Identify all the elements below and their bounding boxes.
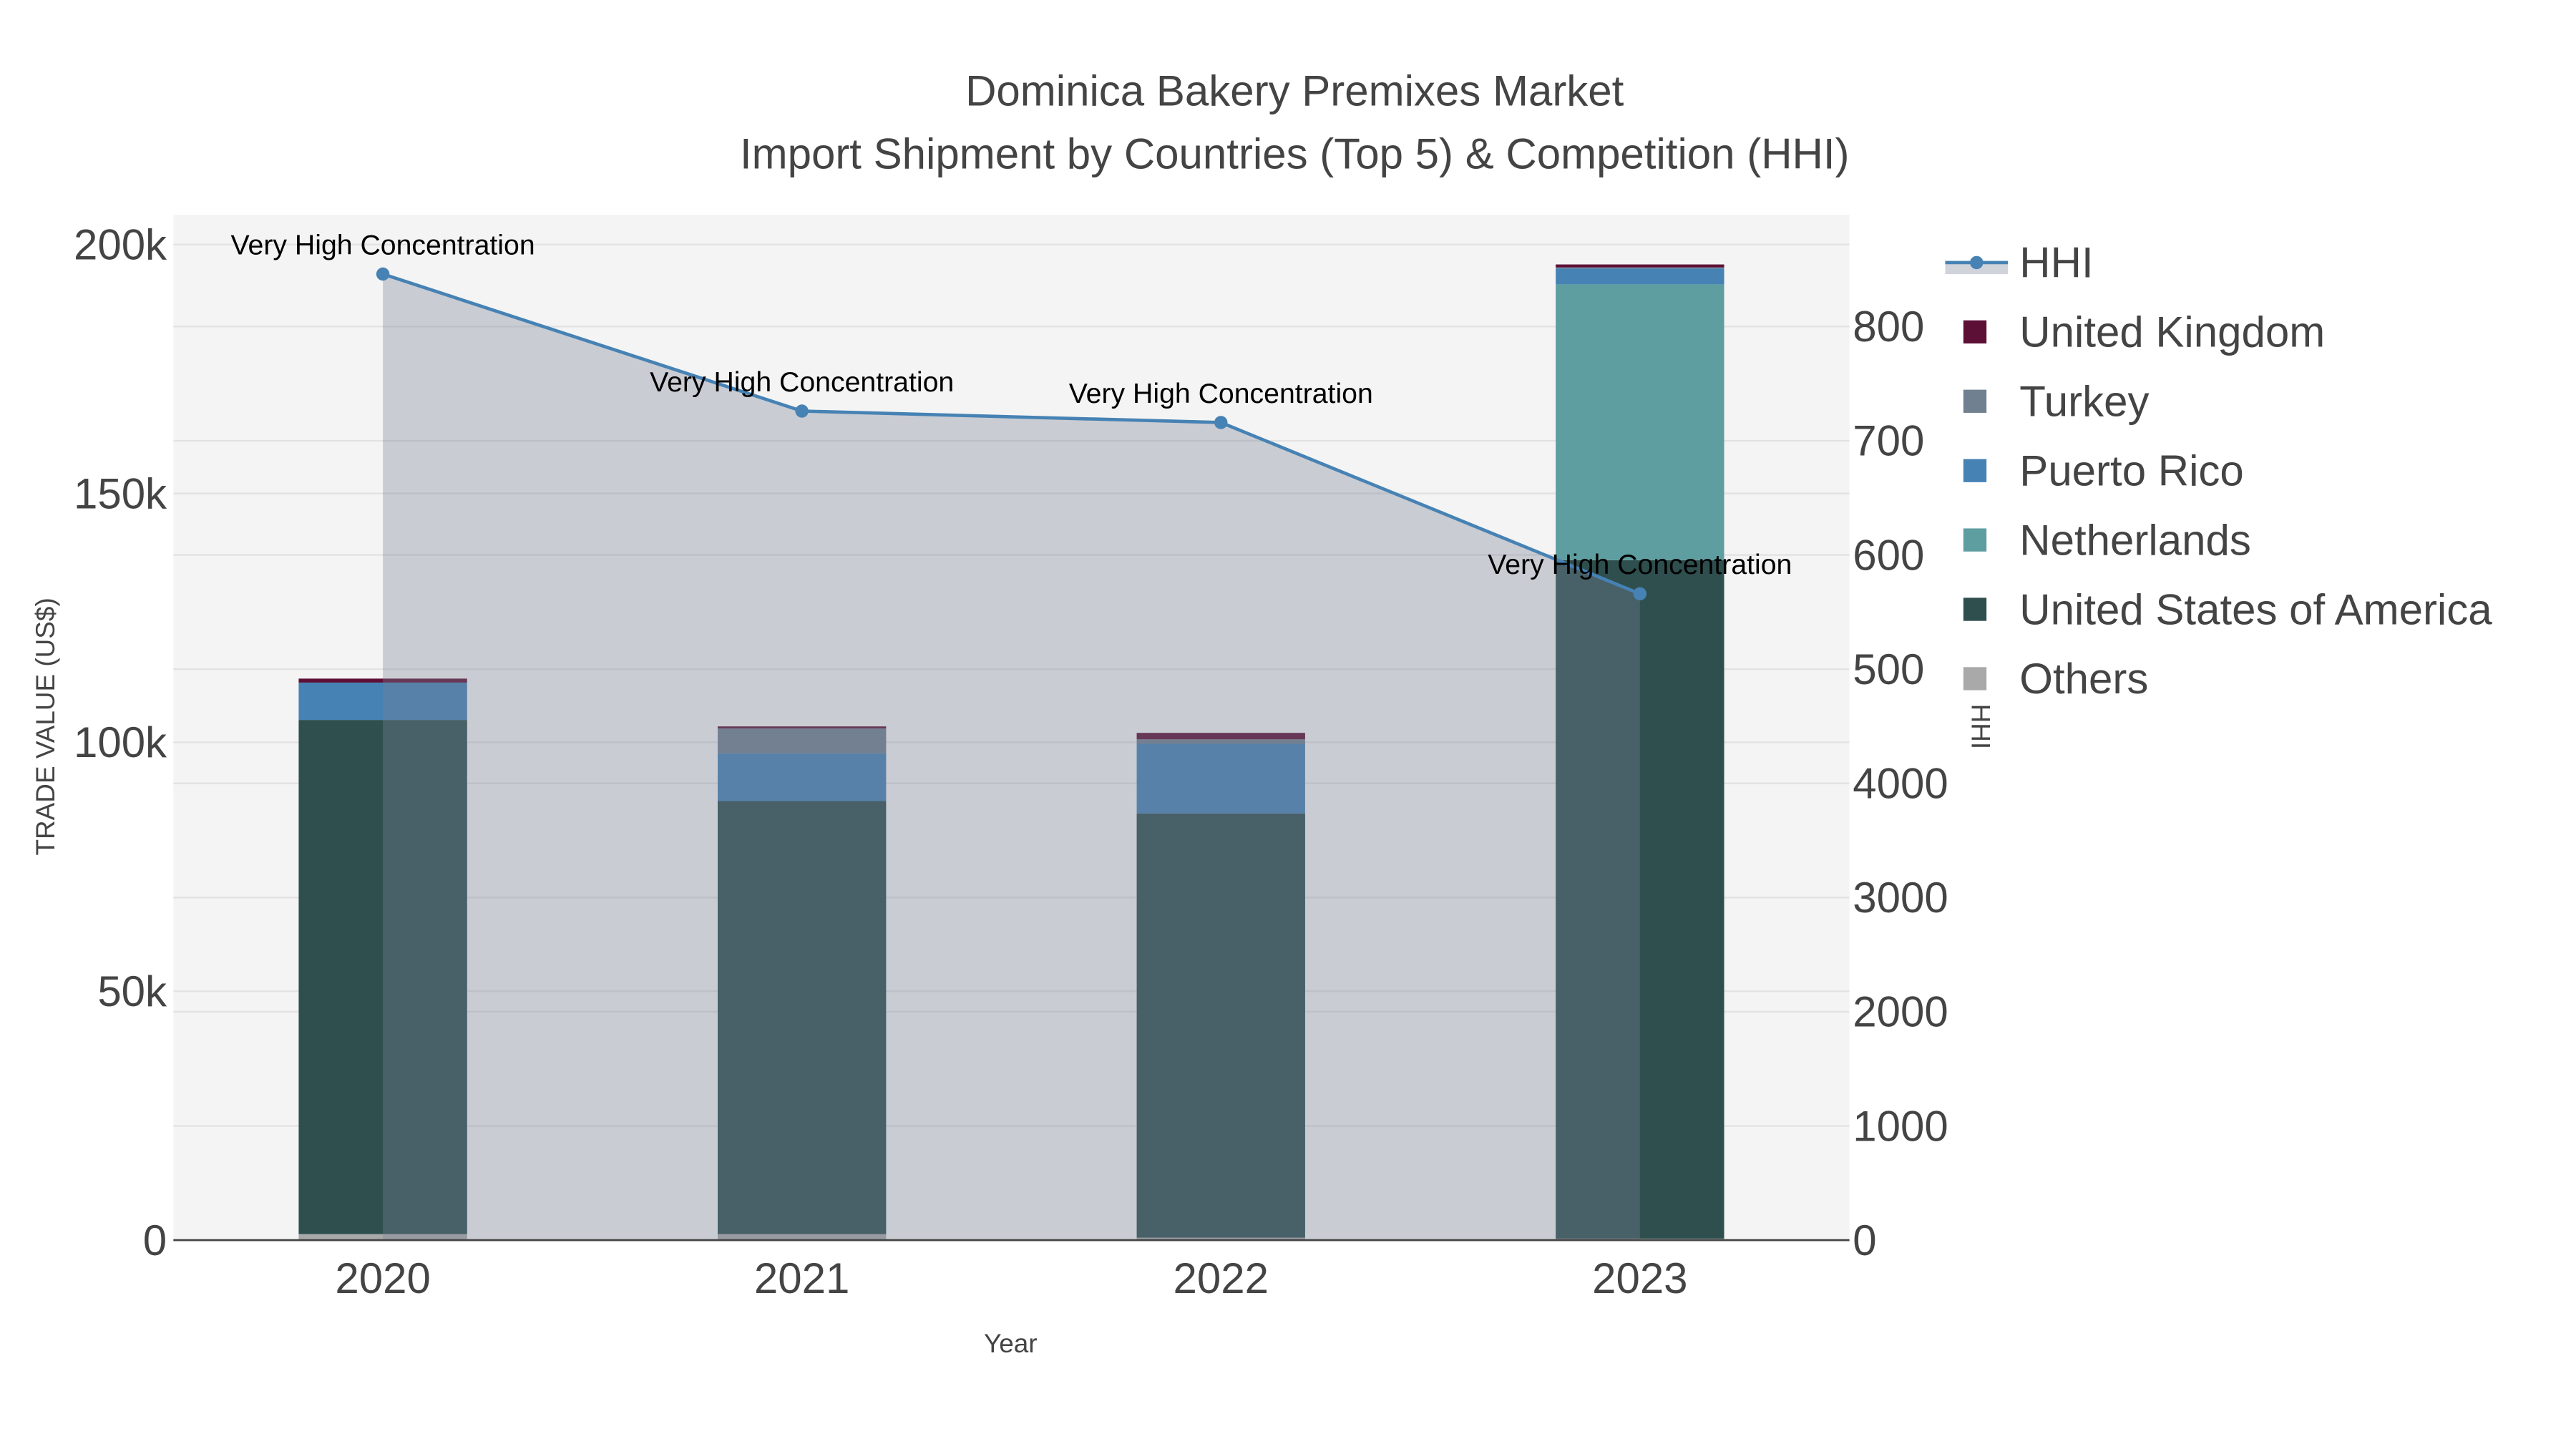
y-tick-label: 0 [143, 1216, 167, 1264]
y2-axis-ticks: 0 1000 2000 3000 4000 500 600 700 800 [1853, 303, 1948, 1264]
y2-tick-label: 500 [1853, 645, 1924, 693]
y-tick-label: 150k [74, 469, 167, 517]
hhi-point-2023 [1633, 587, 1647, 601]
hhi-annotation: Very High Concentration [650, 366, 954, 398]
legend-label: HHI [2019, 239, 2093, 287]
legend-label: Puerto Rico [2019, 447, 2243, 494]
bar-netherlands-2023 [1556, 284, 1724, 560]
x-tick-label: 2023 [1592, 1254, 1687, 1302]
y-axis-ticks: 0 50k 100k 150k 200k [74, 221, 167, 1264]
bar-united-kingdom-2023 [1556, 264, 1724, 268]
legend-label: United States of America [2019, 585, 2492, 633]
legend-item-netherlands[interactable]: Netherlands [1963, 516, 2251, 564]
hhi-point-2022 [1214, 416, 1228, 429]
y2-tick-label: 0 [1853, 1216, 1876, 1264]
y2-tick-label: 700 [1853, 417, 1924, 465]
legend-label: United Kingdom [2019, 308, 2325, 356]
y2-tick-label: 600 [1853, 531, 1924, 579]
legend-item-united-states-of-america[interactable]: United States of America [1963, 585, 2492, 633]
legend-swatch [1963, 320, 1987, 343]
x-tick-label: 2021 [754, 1254, 849, 1302]
x-tick-label: 2020 [335, 1254, 430, 1302]
legend: HHI United Kingdom Turkey Puerto Rico Nether… [1945, 239, 2492, 703]
legend-swatch [1963, 389, 1987, 413]
x-axis-label: Year [984, 1329, 1038, 1358]
x-tick-label: 2022 [1174, 1254, 1269, 1302]
hhi-point-2020 [376, 267, 390, 281]
y2-tick-label: 2000 [1853, 988, 1948, 1036]
chart-subtitle: Import Shipment by Countries (Top 5) & C… [740, 130, 1850, 177]
chart-title: Dominica Bakery Premixes Market [965, 67, 1624, 115]
y-tick-label: 100k [74, 718, 167, 766]
y2-tick-label: 3000 [1853, 874, 1948, 922]
legend-swatch [1963, 597, 1987, 621]
y2-tick-label: 800 [1853, 303, 1924, 351]
y2-axis-label: HHI [1966, 704, 1995, 750]
legend-item-hhi[interactable]: HHI [1945, 239, 2094, 287]
chart: 0 50k 100k 150k 200k 0 1000 2000 3000 4000 500 600… [31, 67, 2492, 1358]
legend-label: Netherlands [2019, 516, 2251, 564]
hhi-annotation: Very High Concentration [1069, 378, 1373, 409]
hhi-point-2021 [795, 404, 809, 418]
hhi-annotation: Very High Concentration [1488, 549, 1792, 580]
legend-item-turkey[interactable]: Turkey [1963, 378, 2150, 426]
y-tick-label: 200k [74, 221, 167, 269]
legend-swatch [1963, 459, 1987, 482]
legend-swatch [1963, 528, 1987, 552]
y-tick-label: 50k [97, 967, 167, 1015]
bar-puerto-rico-2023 [1556, 268, 1724, 285]
y2-tick-label: 4000 [1853, 760, 1948, 808]
legend-item-others[interactable]: Others [1963, 655, 2149, 703]
x-axis-ticks: 2020 2021 2022 2023 [335, 1254, 1687, 1302]
hhi-annotation: Very High Concentration [231, 229, 535, 260]
legend-label: Others [2019, 655, 2148, 703]
legend-label: Turkey [2019, 378, 2149, 426]
y2-tick-label: 1000 [1853, 1102, 1948, 1150]
legend-item-puerto-rico[interactable]: Puerto Rico [1963, 447, 2244, 494]
legend-marker [1970, 255, 1984, 270]
y-axis-label: TRADE VALUE (US$) [31, 597, 60, 855]
legend-swatch [1963, 667, 1987, 691]
legend-item-united-kingdom[interactable]: United Kingdom [1963, 308, 2325, 356]
